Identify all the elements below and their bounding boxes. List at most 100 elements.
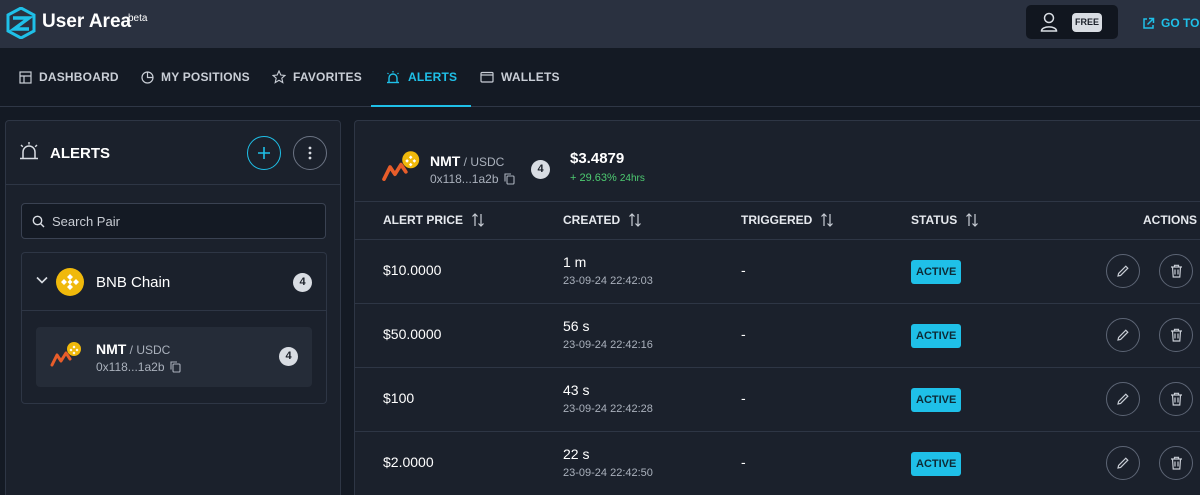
tab-favorites[interactable]: FAVORITES — [272, 48, 362, 106]
edit-alert-button[interactable] — [1106, 318, 1140, 352]
header-label: ACTIONS — [1143, 213, 1197, 227]
pair-base: NMT — [430, 153, 461, 169]
main-tabs: DASHBOARD MY POSITIONS FAVORITES ALERTS … — [0, 48, 1200, 107]
nmt-token-icon — [50, 342, 81, 367]
bnb-chain-icon — [56, 268, 84, 296]
sort-icon[interactable] — [966, 213, 979, 227]
add-alert-button[interactable] — [247, 136, 281, 170]
trash-icon — [1170, 328, 1182, 342]
plan-badge: FREE — [1072, 13, 1102, 32]
pair-base: NMT — [96, 341, 127, 357]
siren-icon — [387, 71, 399, 84]
pencil-icon — [1117, 457, 1129, 469]
current-price: $3.4879 — [570, 150, 625, 167]
price-change-value: + 29.63% — [570, 172, 617, 184]
alert-price: $50.0000 — [383, 326, 442, 342]
external-link-icon — [1143, 17, 1155, 29]
triggered-value: - — [741, 262, 746, 278]
pair-address-text: 0x118...1a2b — [430, 172, 499, 186]
chevron-down-icon[interactable] — [36, 276, 48, 284]
chain-alert-count: 4 — [293, 273, 312, 292]
copy-icon[interactable] — [503, 173, 515, 185]
pair-summary: NMT / USDC 0x118...1a2b 4 $3.4879 + 29.6… — [355, 121, 1200, 201]
pair-alert-count: 4 — [279, 347, 298, 366]
sort-icon[interactable] — [629, 213, 642, 227]
delete-alert-button[interactable] — [1159, 382, 1193, 416]
search-pair-input[interactable] — [52, 204, 322, 238]
header-status[interactable]: STATUS — [911, 213, 979, 227]
chain-group-header[interactable]: BNB Chain 4 — [22, 253, 326, 311]
user-icon — [1040, 12, 1058, 32]
pair-address: 0x118...1a2b — [96, 360, 181, 374]
edit-alert-button[interactable] — [1106, 254, 1140, 288]
header-label: STATUS — [911, 213, 958, 227]
status-badge: ACTIVE — [911, 452, 962, 476]
edit-alert-button[interactable] — [1106, 382, 1140, 416]
plus-icon — [258, 147, 270, 159]
alert-price: $10.0000 — [383, 262, 442, 278]
pair-address: 0x118...1a2b — [430, 172, 515, 186]
header-label: ALERT PRICE — [383, 213, 464, 227]
tab-alerts[interactable]: ALERTS — [371, 48, 472, 107]
app-logo-icon[interactable] — [6, 7, 36, 39]
alerts-table-header: ALERT PRICE CREATED TRIGGERED STATUS ACT… — [355, 201, 1200, 240]
goto-link[interactable]: GO TO... — [1142, 15, 1200, 31]
header-created[interactable]: CREATED — [563, 213, 642, 227]
star-icon — [272, 70, 286, 84]
header-alert-price[interactable]: ALERT PRICE — [383, 213, 484, 227]
triggered-value: - — [741, 390, 746, 406]
dashboard-icon — [19, 70, 32, 84]
more-options-button[interactable] — [293, 136, 327, 170]
created-date: 23-09-24 22:42:28 — [563, 403, 653, 415]
app-title: User Area — [42, 11, 132, 32]
tab-wallets[interactable]: WALLETS — [480, 48, 560, 106]
table-row: $2.0000 22 s 23-09-24 22:42:50 - ACTIVE — [355, 432, 1200, 495]
table-row: $100 43 s 23-09-24 22:42:28 - ACTIVE — [355, 368, 1200, 432]
edit-alert-button[interactable] — [1106, 446, 1140, 480]
siren-icon — [20, 142, 38, 160]
pair-symbol: NMT / USDC — [96, 341, 170, 357]
pair-item-nmt[interactable]: NMT / USDC 0x118...1a2b 4 — [36, 327, 312, 387]
table-row: $10.0000 1 m 23-09-24 22:42:03 - ACTIVE — [355, 240, 1200, 304]
trash-icon — [1170, 392, 1182, 406]
pair-quote: / USDC — [460, 155, 505, 169]
alert-price: $100 — [383, 390, 415, 406]
tab-dashboard[interactable]: DASHBOARD — [19, 48, 119, 106]
status-badge: ACTIVE — [911, 324, 962, 348]
trash-icon — [1170, 456, 1182, 470]
copy-icon[interactable] — [169, 361, 181, 373]
sidebar-header: ALERTS — [6, 121, 340, 185]
created-date: 23-09-24 22:42:16 — [563, 339, 653, 351]
trash-icon — [1170, 264, 1182, 278]
header-triggered[interactable]: TRIGGERED — [741, 213, 834, 227]
pair-symbol: NMT / USDC — [430, 153, 504, 169]
nmt-token-icon — [382, 151, 420, 181]
triggered-value: - — [741, 454, 746, 470]
alert-price: $2.0000 — [383, 454, 434, 470]
alerts-sidebar: ALERTS BNB Chain 4 — [5, 120, 341, 495]
status-badge: ACTIVE — [911, 260, 962, 284]
tab-label: MY POSITIONS — [161, 70, 250, 84]
pencil-icon — [1117, 265, 1129, 277]
tab-label: FAVORITES — [293, 70, 362, 84]
table-row: $50.0000 56 s 23-09-24 22:42:16 - ACTIVE — [355, 304, 1200, 368]
delete-alert-button[interactable] — [1159, 254, 1193, 288]
search-icon — [32, 215, 45, 228]
created-ago: 56 s — [563, 318, 590, 334]
pair-quote: / USDC — [126, 343, 171, 357]
sort-icon[interactable] — [472, 213, 484, 227]
created-ago: 43 s — [563, 382, 590, 398]
goto-label: GO TO... — [1161, 16, 1200, 30]
user-menu-button[interactable]: FREE — [1026, 5, 1118, 39]
chain-name: BNB Chain — [96, 274, 171, 291]
delete-alert-button[interactable] — [1159, 446, 1193, 480]
tab-my-positions[interactable]: MY POSITIONS — [141, 48, 250, 106]
sort-icon[interactable] — [821, 213, 834, 227]
created-date: 23-09-24 22:42:50 — [563, 467, 653, 479]
delete-alert-button[interactable] — [1159, 318, 1193, 352]
tab-label: ALERTS — [408, 70, 458, 84]
tab-label: DASHBOARD — [39, 70, 119, 84]
pie-chart-icon — [141, 70, 154, 84]
triggered-value: - — [741, 326, 746, 342]
created-ago: 1 m — [563, 254, 587, 270]
